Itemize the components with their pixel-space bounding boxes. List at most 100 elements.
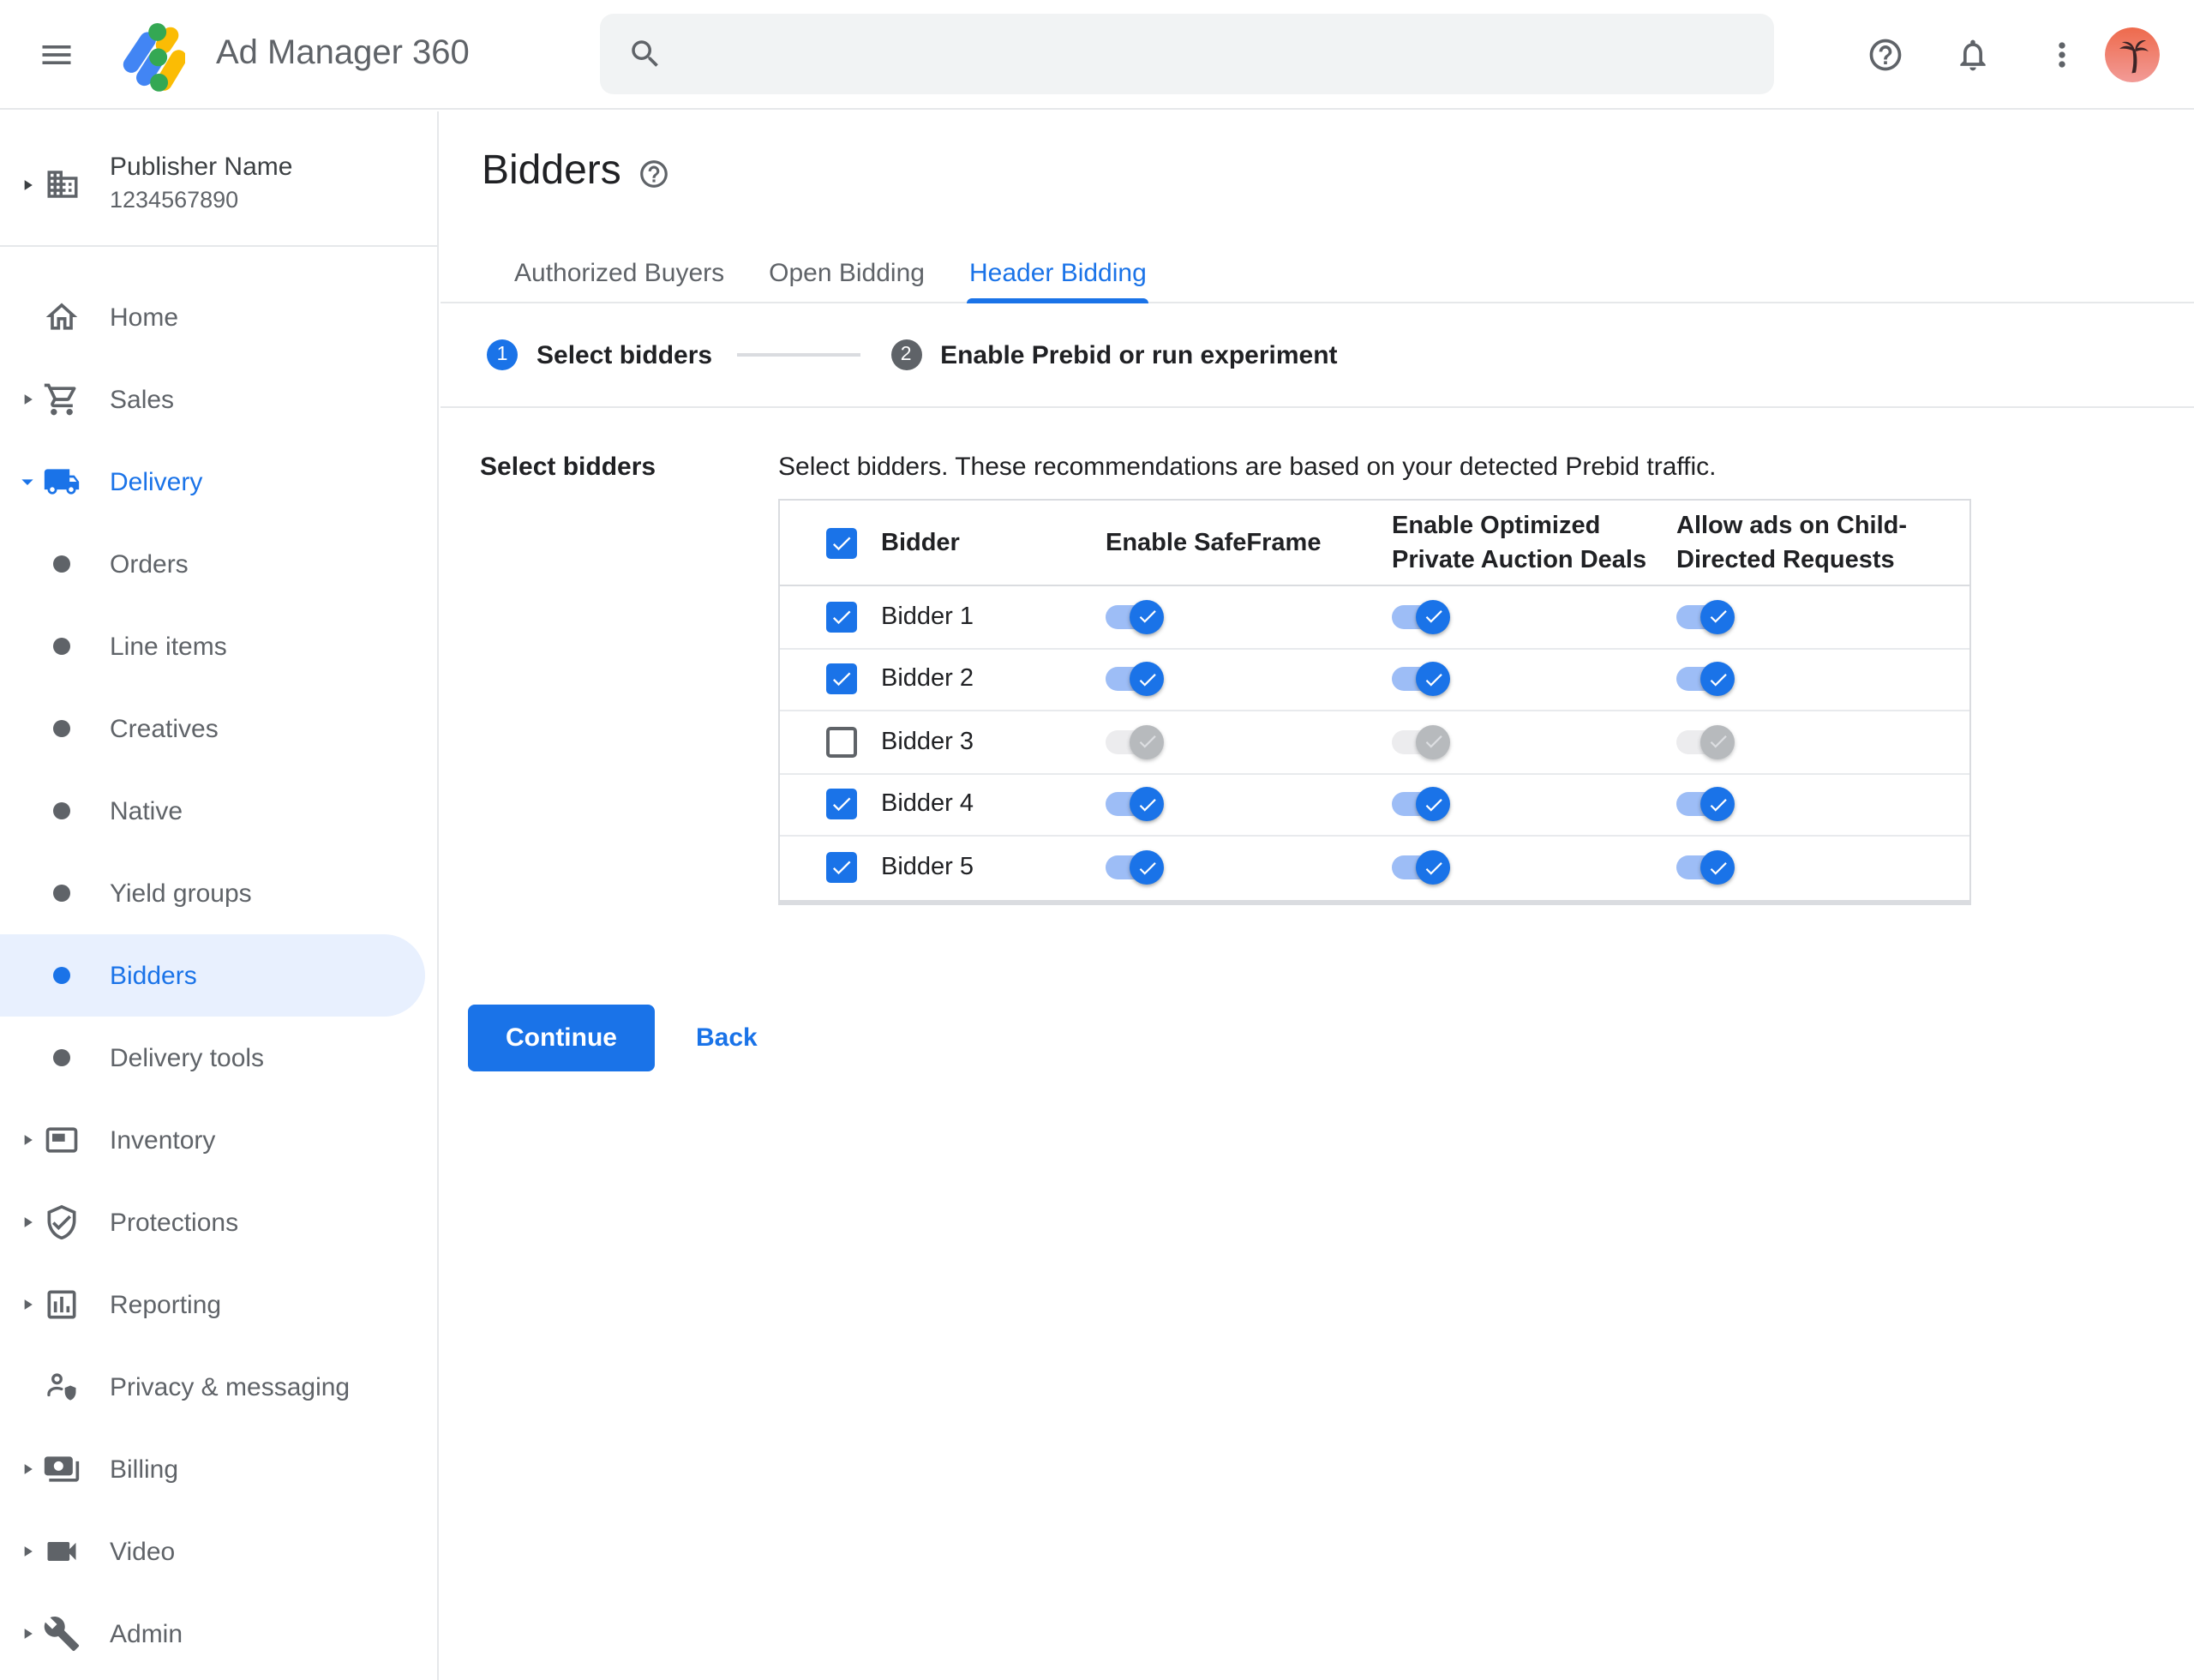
tab-header-bidding[interactable]: Header Bidding	[947, 245, 1169, 303]
checkbox-bidder-1[interactable]	[826, 601, 857, 633]
bidder-name: Bidder 1	[881, 603, 974, 631]
checkbox-bidder-5[interactable]	[826, 852, 857, 884]
caret-right-icon	[19, 1625, 36, 1642]
sidebar-item-yield-groups[interactable]: Yield groups	[0, 852, 437, 934]
toggle-child-directed-bidder-4[interactable]	[1676, 787, 1735, 822]
sidebar-item-video[interactable]: Video	[0, 1510, 437, 1593]
toggle-optimized-deals-bidder-5[interactable]	[1392, 850, 1450, 885]
toggle-optimized-deals-bidder-2[interactable]	[1392, 662, 1450, 697]
sidebar-item-line-items[interactable]: Line items	[0, 605, 437, 687]
step-number-badge: 1	[487, 339, 518, 370]
sidebar-item-delivery[interactable]: Delivery	[0, 441, 437, 523]
toggle-child-directed-bidder-1[interactable]	[1676, 599, 1735, 634]
sidebar-item-protections[interactable]: Protections	[0, 1181, 437, 1263]
toggle-optimized-deals-bidder-3[interactable]	[1392, 724, 1450, 759]
toggle-safeframe-bidder-4[interactable]	[1106, 787, 1164, 822]
sidebar-item-label: Delivery tools	[110, 1043, 265, 1072]
toggle-thumb	[1700, 724, 1735, 759]
sidebar-item-delivery-tools[interactable]: Delivery tools	[0, 1017, 437, 1099]
toggle-cell	[1392, 787, 1676, 822]
account-selector[interactable]: Publisher Name 1234567890	[0, 111, 437, 247]
toggle-child-directed-bidder-5[interactable]	[1676, 850, 1735, 885]
toggle-thumb	[1416, 599, 1450, 634]
menu-icon[interactable]	[38, 36, 75, 74]
check-icon	[1422, 857, 1444, 879]
toggle-optimized-deals-bidder-1[interactable]	[1392, 599, 1450, 634]
table-row-bidder-1: Bidder 1	[780, 586, 1969, 649]
search-input[interactable]	[684, 39, 1747, 69]
bullet-icon	[53, 885, 70, 902]
tab-authorized-buyers[interactable]: Authorized Buyers	[492, 245, 746, 302]
sidebar-item-inventory[interactable]: Inventory	[0, 1099, 437, 1181]
sidebar-item-label: Reporting	[110, 1290, 222, 1319]
bullet-icon	[53, 638, 70, 655]
checkbox-bidder-2[interactable]	[826, 663, 857, 695]
cart-icon	[43, 381, 81, 418]
ad-manager-app: Ad Manager 360 Publisher Name 1234567890…	[0, 0, 2194, 1680]
toggle-safeframe-bidder-3[interactable]	[1106, 724, 1164, 759]
checkbox-bidder-3[interactable]	[826, 726, 857, 758]
toggle-cell	[1392, 850, 1676, 885]
sidebar-item-label: Orders	[110, 549, 189, 579]
notifications-icon[interactable]	[1954, 36, 1992, 74]
check-icon	[1136, 731, 1158, 753]
publisher-id: 1234567890	[110, 187, 239, 213]
sidebar-item-bidders[interactable]: Bidders	[0, 934, 425, 1017]
sidebar-item-home[interactable]: Home	[0, 276, 437, 358]
toggle-thumb	[1700, 662, 1735, 697]
check-icon	[1422, 669, 1444, 691]
toggle-cell	[1106, 787, 1392, 822]
help-icon[interactable]	[1867, 36, 1904, 74]
step-enable-prebid[interactable]: 2 Enable Prebid or run experiment	[890, 339, 1338, 370]
more-vert-icon[interactable]	[2043, 36, 2081, 74]
tab-open-bidding[interactable]: Open Bidding	[746, 245, 947, 302]
page-title: Bidders	[482, 147, 621, 194]
page-help-icon[interactable]	[638, 158, 670, 190]
top-bar: Ad Manager 360	[0, 0, 2194, 110]
toggle-cell	[1106, 662, 1392, 697]
tab-label: Open Bidding	[769, 259, 925, 288]
toggle-child-directed-bidder-2[interactable]	[1676, 662, 1735, 697]
sidebar-item-privacy-messaging[interactable]: Privacy & messaging	[0, 1346, 437, 1428]
bullet-icon	[53, 967, 70, 984]
toggle-safeframe-bidder-1[interactable]	[1106, 599, 1164, 634]
sidebar-item-sales[interactable]: Sales	[0, 358, 437, 441]
toggle-safeframe-bidder-5[interactable]	[1106, 850, 1164, 885]
caret-right-icon	[19, 1131, 36, 1149]
toggle-thumb	[1416, 662, 1450, 697]
sidebar-item-reporting[interactable]: Reporting	[0, 1263, 437, 1346]
step-select-bidders[interactable]: 1 Select bidders	[487, 339, 712, 370]
sidebar-item-label: Yield groups	[110, 879, 252, 908]
check-icon	[830, 605, 854, 629]
sidebar-item-native[interactable]: Native	[0, 770, 437, 852]
bidder-cell: Bidder 5	[780, 852, 1106, 884]
toggle-thumb	[1130, 662, 1164, 697]
avatar[interactable]	[2105, 27, 2160, 82]
toggle-child-directed-bidder-3[interactable]	[1676, 724, 1735, 759]
step-label: Select bidders	[537, 340, 713, 369]
sidebar-item-orders[interactable]: Orders	[0, 523, 437, 605]
step-label: Enable Prebid or run experiment	[940, 340, 1338, 369]
caret-right-icon[interactable]	[19, 177, 36, 194]
admin-icon	[43, 1615, 81, 1653]
column-header-child-directed: Allow ads on Child-Directed Requests	[1676, 512, 1908, 573]
sidebar-item-creatives[interactable]: Creatives	[0, 687, 437, 770]
check-icon	[830, 531, 854, 555]
checkbox-bidder-4[interactable]	[826, 789, 857, 820]
toggle-cell	[1106, 850, 1392, 885]
sidebar-item-label: Billing	[110, 1455, 179, 1484]
tab-label: Authorized Buyers	[514, 259, 725, 288]
column-header-optimized-deals: Enable Optimized Private Auction Deals	[1392, 512, 1647, 573]
toggle-cell	[1676, 850, 1969, 885]
toggle-optimized-deals-bidder-4[interactable]	[1392, 787, 1450, 822]
sidebar-item-admin[interactable]: Admin	[0, 1593, 437, 1675]
back-button[interactable]: Back	[696, 1005, 758, 1071]
sidebar-item-label: Protections	[110, 1208, 239, 1237]
search-bar[interactable]	[600, 14, 1774, 94]
check-icon	[1422, 606, 1444, 628]
toggle-safeframe-bidder-2[interactable]	[1106, 662, 1164, 697]
select-all-checkbox[interactable]	[826, 527, 857, 558]
continue-button[interactable]: Continue	[468, 1005, 655, 1071]
caret-down-icon	[14, 468, 41, 495]
sidebar-item-billing[interactable]: Billing	[0, 1428, 437, 1510]
